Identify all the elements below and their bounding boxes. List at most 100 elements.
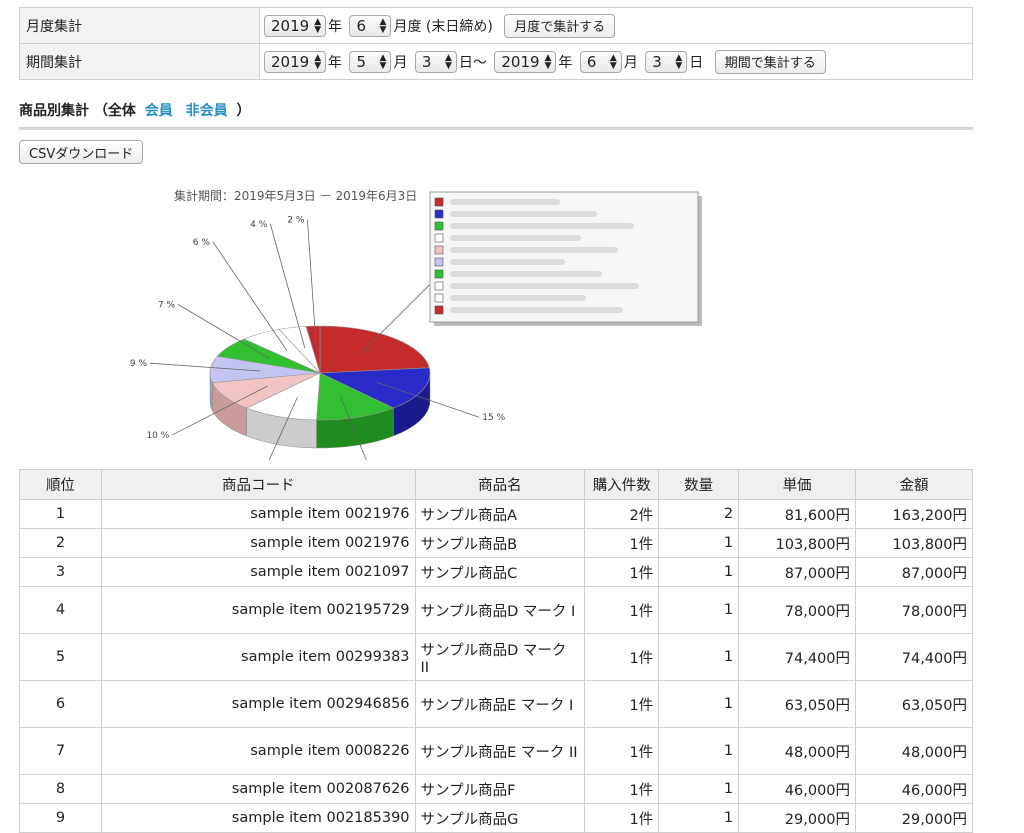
csv-download-button[interactable]: CSVダウンロード bbox=[19, 140, 144, 164]
cell-price: 78,000円 bbox=[738, 586, 857, 634]
cell-qty: 1 bbox=[658, 557, 740, 587]
filter-non-member-link[interactable]: 非会員 bbox=[186, 103, 228, 119]
cell-code: sample item 0021097 bbox=[100, 557, 416, 587]
legend-swatch-5 bbox=[434, 257, 444, 267]
cell-price: 103,800円 bbox=[738, 528, 857, 558]
select-arrows-icon: ▲ ▼ bbox=[544, 52, 552, 71]
cell-code: sample item 0008226 bbox=[100, 727, 416, 775]
cell-name: サンプル商品D マーク II bbox=[414, 633, 586, 681]
table-row: 7 sample item 0008226 サンプル商品E マーク II 1件 1 48,… bbox=[19, 727, 973, 775]
pie-top bbox=[209, 325, 431, 421]
cell-name: サンプル商品B bbox=[414, 528, 586, 558]
chart-legend bbox=[429, 191, 702, 326]
header-name: 商品名 bbox=[414, 469, 586, 500]
cell-name: サンプル商品E マーク II bbox=[414, 727, 586, 775]
to-year-select[interactable]: 2019 ▲ ▼ bbox=[494, 50, 557, 73]
legend-swatch-3 bbox=[434, 233, 444, 243]
from-month-select[interactable]: 5 ▲ ▼ bbox=[349, 50, 392, 73]
legend-entry-redacted-8 bbox=[450, 295, 586, 301]
cell-name: サンプル商品G bbox=[414, 803, 586, 833]
cell-code: sample item 002195729 bbox=[100, 586, 416, 634]
cell-count: 1件 bbox=[584, 557, 660, 587]
monthly-year-select[interactable]: 2019 ▲ ▼ bbox=[264, 14, 326, 37]
day-unit-tilde: 日〜 bbox=[458, 54, 487, 71]
cell-count: 1件 bbox=[584, 680, 660, 728]
cell-rank: 7 bbox=[19, 727, 102, 775]
select-arrows-icon: ▲ ▼ bbox=[379, 52, 387, 71]
monthly-aggregate-button[interactable]: 月度で集計する bbox=[504, 13, 616, 38]
aggregation-form: 月度集計 2019 ▲ ▼ 年 6 ▲ ▼ 月度 (末日締め) 月度で集計する 期間集計 2… bbox=[19, 7, 973, 80]
legend-entry-redacted-5 bbox=[450, 259, 565, 265]
select-arrows-icon: ▲ ▼ bbox=[675, 52, 683, 71]
table-row: 5 sample item 00299383 サンプル商品D マーク II 1件 1 74… bbox=[19, 633, 973, 681]
cell-code: sample item 0021976 bbox=[100, 499, 416, 529]
cell-price: 48,000円 bbox=[738, 727, 857, 775]
product-ranking-table: 順位 商品コード 商品名 購入件数 数量 単価 金額 1 sample item … bbox=[19, 469, 973, 833]
to-day-select[interactable]: 3 ▲ ▼ bbox=[645, 50, 688, 73]
cell-price: 87,000円 bbox=[738, 557, 857, 587]
slice-label-5: 9 % bbox=[130, 359, 147, 369]
filter-member-link[interactable]: 会員 bbox=[145, 103, 173, 119]
slice-label-1: 15 % bbox=[482, 413, 505, 423]
table-row: 1 sample item 0021976 サンプル商品A 2件 2 81,600円 163… bbox=[19, 499, 973, 529]
year-unit: 年 bbox=[328, 18, 342, 35]
cell-count: 1件 bbox=[584, 633, 660, 681]
cell-count: 1件 bbox=[584, 586, 660, 634]
cell-name: サンプル商品C bbox=[414, 557, 586, 587]
legend-entry-redacted-7 bbox=[450, 283, 639, 289]
monthly-controls: 2019 ▲ ▼ 年 6 ▲ ▼ 月度 (末日締め) 月度で集計する bbox=[259, 7, 973, 44]
select-arrows-icon: ▲ ▼ bbox=[379, 16, 387, 35]
header-qty: 数量 bbox=[658, 469, 740, 500]
chart-title: 集計期間：2019年5月3日 － 2019年6月3日 bbox=[174, 188, 417, 203]
legend-swatch-1 bbox=[434, 209, 444, 219]
year-unit: 年 bbox=[558, 54, 573, 71]
cell-price: 63,050円 bbox=[738, 680, 857, 728]
section-title: 商品別集計 bbox=[19, 103, 89, 119]
table-row: 8 sample item 002087626 サンプル商品F 1件 1 46,000円 4… bbox=[19, 774, 973, 804]
legend-entry-redacted-6 bbox=[450, 271, 602, 277]
cell-total: 78,000円 bbox=[855, 586, 973, 634]
cell-rank: 6 bbox=[19, 680, 102, 728]
cell-qty: 1 bbox=[658, 528, 740, 558]
cell-price: 46,000円 bbox=[738, 774, 857, 804]
header-price: 単価 bbox=[738, 469, 857, 500]
legend-swatch-4 bbox=[434, 245, 444, 255]
from-month-value: 5 bbox=[356, 52, 366, 71]
cell-total: 74,400円 bbox=[855, 633, 973, 681]
table-row: 4 sample item 002195729 サンプル商品D マーク I 1件 1 78… bbox=[19, 586, 973, 634]
to-year-value: 2019 bbox=[501, 52, 540, 71]
monthly-month-select[interactable]: 6 ▲ ▼ bbox=[349, 14, 392, 37]
legend-swatch-8 bbox=[434, 293, 444, 303]
period-aggregate-button[interactable]: 期間で集計する bbox=[714, 49, 826, 74]
legend-entry-redacted-9 bbox=[450, 307, 623, 313]
to-month-select[interactable]: 6 ▲ ▼ bbox=[579, 50, 622, 73]
cell-rank: 3 bbox=[19, 557, 102, 587]
slice-label-6: 7 % bbox=[158, 300, 176, 310]
header-rank: 順位 bbox=[19, 469, 102, 500]
cell-total: 48,000円 bbox=[855, 727, 973, 775]
cell-qty: 2 bbox=[658, 499, 740, 529]
cell-qty: 1 bbox=[658, 586, 740, 634]
cell-name: サンプル商品A bbox=[414, 499, 586, 529]
from-year-select[interactable]: 2019 ▲ ▼ bbox=[264, 50, 326, 73]
from-day-select[interactable]: 3 ▲ ▼ bbox=[414, 50, 457, 73]
select-arrows-icon: ▲ ▼ bbox=[314, 52, 322, 71]
cell-count: 1件 bbox=[584, 727, 660, 775]
header-count: 購入件数 bbox=[584, 469, 660, 500]
slice-label-9: 2 % bbox=[287, 215, 305, 225]
cell-total: 29,000円 bbox=[855, 803, 973, 833]
cell-code: sample item 00299383 bbox=[100, 633, 416, 681]
product-aggregation-header: 商品別集計 （全体 会員 非会員 ） bbox=[19, 100, 973, 130]
pie-slice-0 bbox=[319, 325, 430, 374]
table-header-row: 順位 商品コード 商品名 購入件数 数量 単価 金額 bbox=[19, 469, 973, 500]
legend-swatch-6 bbox=[434, 269, 444, 279]
slice-label-4: 10 % bbox=[146, 431, 169, 441]
cell-rank: 1 bbox=[19, 499, 102, 529]
from-year-value: 2019 bbox=[271, 52, 310, 71]
slice-label-8: 4 % bbox=[250, 220, 268, 230]
cell-name: サンプル商品D マーク I bbox=[414, 586, 586, 634]
leader-line-7 bbox=[212, 241, 288, 352]
cell-name: サンプル商品E マーク I bbox=[414, 680, 586, 728]
cell-price: 29,000円 bbox=[738, 803, 857, 833]
period-label: 期間集計 bbox=[19, 43, 260, 80]
